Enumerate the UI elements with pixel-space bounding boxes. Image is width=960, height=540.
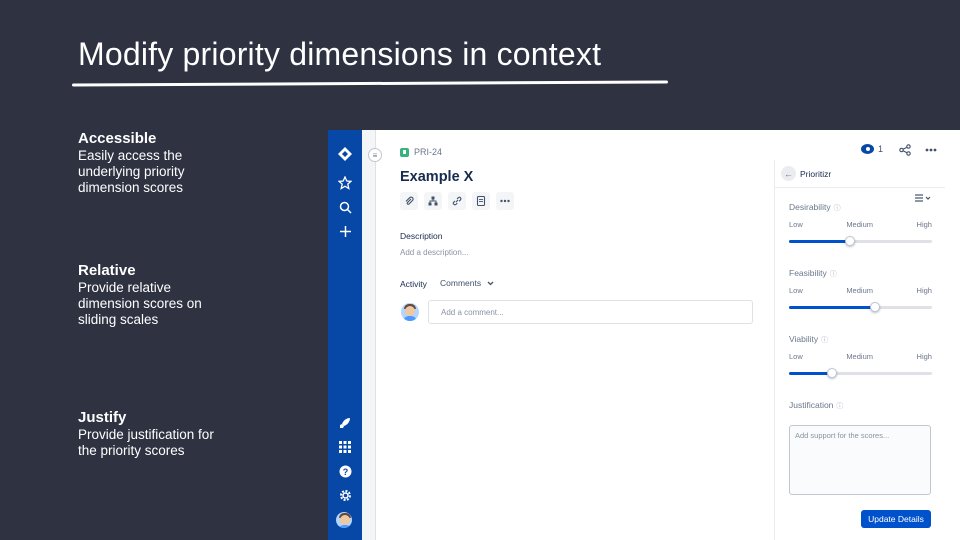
activity-filter-value: Comments xyxy=(440,278,482,288)
panel-menu-button[interactable] xyxy=(915,194,931,205)
slider-fill xyxy=(789,372,832,375)
activity-label: Activity xyxy=(400,279,427,289)
dimension-name: Viability xyxy=(789,334,819,344)
justification-title: Justification ⓘ xyxy=(789,400,843,411)
help-icon[interactable]: ? xyxy=(335,461,355,481)
sidebar-toggle-icon[interactable]: ≡ xyxy=(368,148,382,162)
feature-desc: Easily access the underlying priority di… xyxy=(78,148,185,195)
comment-input[interactable]: Add a comment... xyxy=(428,300,753,324)
dimension-title-feasibility: Feasibility ⓘ xyxy=(789,268,837,279)
rocket-icon[interactable] xyxy=(335,413,355,433)
description-input[interactable]: Add a description... xyxy=(400,248,468,257)
prioritizr-panel: ← Prioritizr Desirability ⓘ Low Medium Hi… xyxy=(774,160,945,540)
svg-text:?: ? xyxy=(342,467,348,477)
slider-fill xyxy=(789,240,851,243)
dimension-name: Desirability xyxy=(789,202,831,212)
desirability-slider[interactable] xyxy=(789,236,932,246)
feature-relative: Relative Provide relative dimension scor… xyxy=(78,262,328,328)
dimension-title-viability: Viability ⓘ xyxy=(789,334,828,345)
feature-title: Accessible xyxy=(78,130,157,147)
scale-high: High xyxy=(916,220,932,229)
scale-labels: Low Medium High xyxy=(789,220,932,229)
info-icon[interactable]: ⓘ xyxy=(836,403,843,410)
page-icon[interactable] xyxy=(472,192,490,210)
scale-high: High xyxy=(916,352,932,361)
more-actions-icon[interactable] xyxy=(925,148,937,152)
issue-toolbar xyxy=(400,192,514,210)
dimension-name: Feasibility xyxy=(789,268,827,278)
slide-title: Modify priority dimensions in context xyxy=(78,36,602,72)
eye-icon xyxy=(861,144,874,154)
issue-key-label: PRI-24 xyxy=(414,147,443,157)
scale-high: High xyxy=(916,286,932,295)
scale-medium: Medium xyxy=(846,220,873,229)
story-type-icon xyxy=(400,147,409,157)
issue-title[interactable]: Example X xyxy=(400,169,473,185)
slider-thumb[interactable] xyxy=(845,236,856,246)
info-icon[interactable]: ⓘ xyxy=(834,205,841,212)
search-icon[interactable] xyxy=(335,197,355,217)
slider-thumb[interactable] xyxy=(869,302,880,312)
activity-filter-select[interactable]: Comments xyxy=(440,278,494,288)
share-icon[interactable] xyxy=(899,144,911,156)
scale-medium: Medium xyxy=(846,352,873,361)
scale-labels: Low Medium High xyxy=(789,286,932,295)
feasibility-slider[interactable] xyxy=(789,302,932,312)
viability-slider[interactable] xyxy=(789,368,932,378)
gear-icon[interactable] xyxy=(335,485,355,505)
scale-medium: Medium xyxy=(846,286,873,295)
feature-title: Justify xyxy=(78,409,127,426)
panel-name: Prioritizr xyxy=(800,169,832,179)
attachment-icon[interactable] xyxy=(400,192,418,210)
jira-issue-window: ? ≡ PRI-24 Example X Description Add a d… xyxy=(328,130,960,540)
feature-accessible: Accessible Easily access the underlying … xyxy=(78,130,328,196)
list-icon xyxy=(915,194,931,202)
jira-logo-icon[interactable] xyxy=(335,144,355,164)
feature-title: Relative xyxy=(78,262,136,279)
info-icon[interactable]: ⓘ xyxy=(821,337,828,344)
feature-desc: Provide relative dimension scores on sli… xyxy=(78,280,202,327)
scale-low: Low xyxy=(789,220,803,229)
watcher-count: 1 xyxy=(878,144,884,154)
slider-thumb[interactable] xyxy=(826,368,837,378)
star-icon[interactable] xyxy=(335,173,355,193)
scale-low: Low xyxy=(789,352,803,361)
chevron-down-icon xyxy=(487,281,494,285)
issue-key[interactable]: PRI-24 xyxy=(400,147,442,157)
scale-low: Low xyxy=(789,286,803,295)
scale-labels: Low Medium High xyxy=(789,352,932,361)
child-issues-icon[interactable] xyxy=(424,192,442,210)
user-avatar[interactable] xyxy=(336,512,352,528)
sidebar-gutter xyxy=(362,130,376,540)
plus-icon[interactable] xyxy=(335,221,355,241)
panel-header: ← Prioritizr xyxy=(775,160,945,188)
justification-label: Justification xyxy=(789,400,834,410)
link-icon[interactable] xyxy=(448,192,466,210)
justification-input[interactable]: Add support for the scores... xyxy=(789,425,931,495)
arrow-left-icon[interactable]: ← xyxy=(781,166,796,181)
description-label: Description xyxy=(400,231,443,241)
more-icon[interactable] xyxy=(496,192,514,210)
watchers-button[interactable]: 1 xyxy=(861,144,883,154)
update-details-button[interactable]: Update Details xyxy=(861,510,931,528)
dimension-title-desirability: Desirability ⓘ xyxy=(789,202,841,213)
commenter-avatar xyxy=(401,303,419,321)
feature-justify: Justify Provide justification for the pr… xyxy=(78,409,328,459)
title-underline xyxy=(71,80,669,87)
slider-fill xyxy=(789,306,875,309)
apps-grid-icon[interactable] xyxy=(335,437,355,457)
global-nav: ? xyxy=(328,130,362,540)
feature-desc: Provide justification for the priority s… xyxy=(78,427,214,458)
info-icon[interactable]: ⓘ xyxy=(830,271,837,278)
